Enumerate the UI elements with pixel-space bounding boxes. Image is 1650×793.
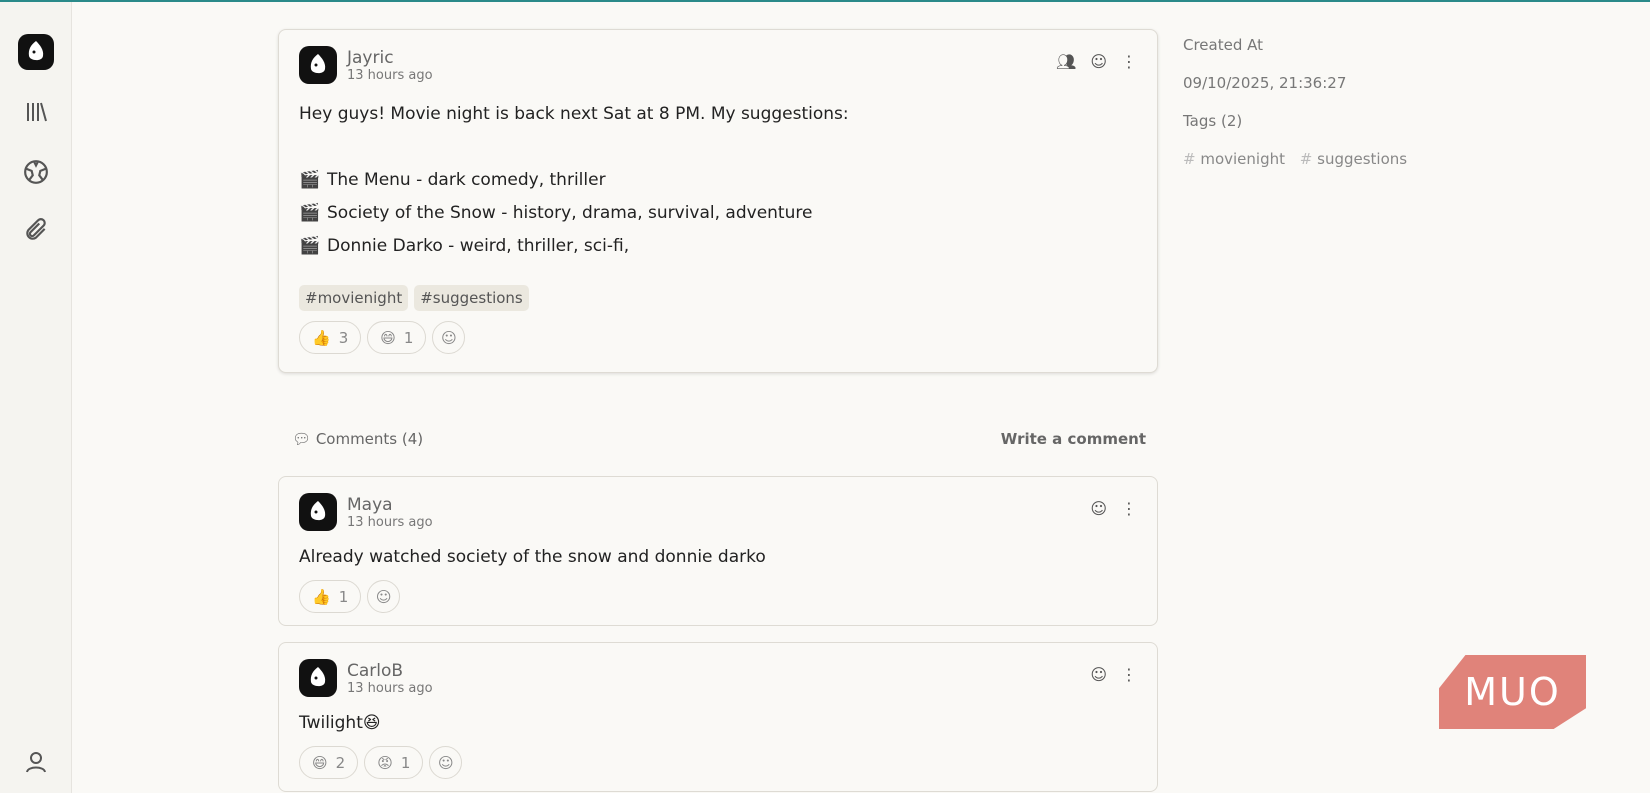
clapper-icon: 🎬 (299, 170, 321, 190)
add-reaction-icon[interactable]: ☺ (1090, 52, 1107, 71)
meta-tag-text: movienight (1200, 150, 1285, 168)
reaction-thumbs-up[interactable]: 👍 3 (299, 321, 362, 354)
add-reaction-button[interactable]: ☺ (432, 321, 466, 354)
post-time: 13 hours ago (347, 67, 433, 83)
reaction-count: 2 (335, 753, 346, 772)
comment-card: CarloB 13 hours ago ☺ ⋮ Twilight😆 😄 2 😡 1 ☺ (278, 642, 1158, 792)
meta-tag-text: suggestions (1317, 150, 1408, 168)
reaction-grin[interactable]: 😄 1 (367, 321, 427, 354)
reaction-count: 1 (400, 753, 411, 772)
more-options-icon[interactable]: ⋮ (1121, 52, 1137, 71)
comment-time: 13 hours ago (347, 514, 433, 530)
avatar[interactable] (299, 493, 337, 531)
created-at-label: Created At (1183, 36, 1264, 54)
angry-icon: 😡 (377, 753, 393, 772)
list-item: 🎬 Society of the Snow - history, drama, s… (299, 197, 1137, 230)
comments-label: Comments (4) (315, 430, 424, 448)
item-text: The Menu - dark comedy, thriller (327, 170, 606, 190)
tag-movienight[interactable]: #movienight (299, 285, 409, 311)
hash-icon: # (1183, 150, 1201, 168)
thumbs-up-icon: 👍 (312, 587, 331, 606)
item-text: Society of the Snow - history, drama, su… (327, 203, 813, 223)
author-name[interactable]: Jayric (347, 48, 433, 68)
reaction-angry[interactable]: 😡 1 (364, 746, 424, 779)
add-reaction-button[interactable]: ☺ (367, 580, 401, 613)
reaction-count: 3 (338, 328, 349, 347)
reaction-grin[interactable]: 😄 2 (299, 746, 359, 779)
thumbs-up-icon: 👍 (312, 328, 331, 347)
clapper-icon: 🎬 (299, 203, 321, 223)
reaction-count: 1 (338, 587, 349, 606)
tag-suggestions[interactable]: #suggestions (414, 285, 529, 311)
more-options-icon[interactable]: ⋮ (1121, 499, 1137, 518)
write-comment-button[interactable]: Write a comment (1001, 430, 1146, 448)
comment-card: Maya 13 hours ago ☺ ⋮ Already watched soci… (278, 476, 1158, 626)
created-at-value: 09/10/2025, 21:36:27 (1183, 74, 1347, 92)
meta-tag-suggestions[interactable]: # suggestions (1300, 150, 1407, 168)
list-item: 🎬 Donnie Darko - weird, thriller, sci-fi, (299, 230, 1137, 263)
app-logo-icon[interactable] (18, 34, 54, 70)
post-meta-panel: Created At 09/10/2025, 21:36:27 Tags (2)… (1183, 36, 1417, 188)
post-card: Jayric 13 hours ago 👥︎ ☺ ⋮ Hey guys! Movi… (278, 29, 1158, 373)
user-profile-icon[interactable] (18, 744, 54, 780)
top-accent-line (0, 0, 1650, 2)
add-reaction-icon[interactable]: ☺ (1090, 499, 1107, 518)
meta-tag-movienight[interactable]: # movienight (1183, 150, 1285, 168)
comment-time: 13 hours ago (347, 680, 433, 696)
author-name[interactable]: Maya (347, 495, 433, 515)
add-reaction-icon[interactable]: ☺ (1090, 665, 1107, 684)
reaction-count: 1 (403, 328, 414, 347)
watermark-logo: MUO (1439, 655, 1586, 729)
tags-label: Tags (2) (1183, 112, 1243, 130)
clapper-icon: 🎬 (299, 236, 321, 256)
comment-bubble-icon: 💬︎ (292, 430, 316, 448)
grin-icon: 😄 (312, 753, 328, 772)
reaction-thumbs-up[interactable]: 👍 1 (299, 580, 362, 613)
library-icon[interactable] (18, 94, 54, 130)
attachment-icon[interactable] (18, 212, 54, 248)
grin-icon: 😄 (380, 328, 396, 347)
comment-text: Already watched society of the snow and … (299, 547, 766, 567)
post-intro: Hey guys! Movie night is back next Sat a… (299, 104, 849, 124)
more-options-icon[interactable]: ⋮ (1121, 665, 1137, 684)
author-name[interactable]: CarloB (347, 661, 433, 681)
members-icon[interactable]: 👥︎ (1056, 52, 1076, 71)
add-reaction-button[interactable]: ☺ (429, 746, 463, 779)
sidebar (0, 2, 72, 793)
item-text: Donnie Darko - weird, thriller, sci-fi, (327, 236, 630, 256)
comments-header: 💬︎ Comments (4) Write a comment (292, 430, 1146, 448)
list-item: 🎬 The Menu - dark comedy, thriller (299, 164, 1137, 197)
comments-count: 💬︎ Comments (4) (292, 430, 423, 448)
hash-icon: # (1299, 150, 1318, 168)
post-body: Hey guys! Movie night is back next Sat a… (299, 98, 1137, 263)
globe-icon[interactable] (18, 154, 54, 190)
avatar[interactable] (299, 46, 337, 84)
comment-text: Twilight😆 (299, 713, 381, 733)
avatar[interactable] (299, 659, 337, 697)
